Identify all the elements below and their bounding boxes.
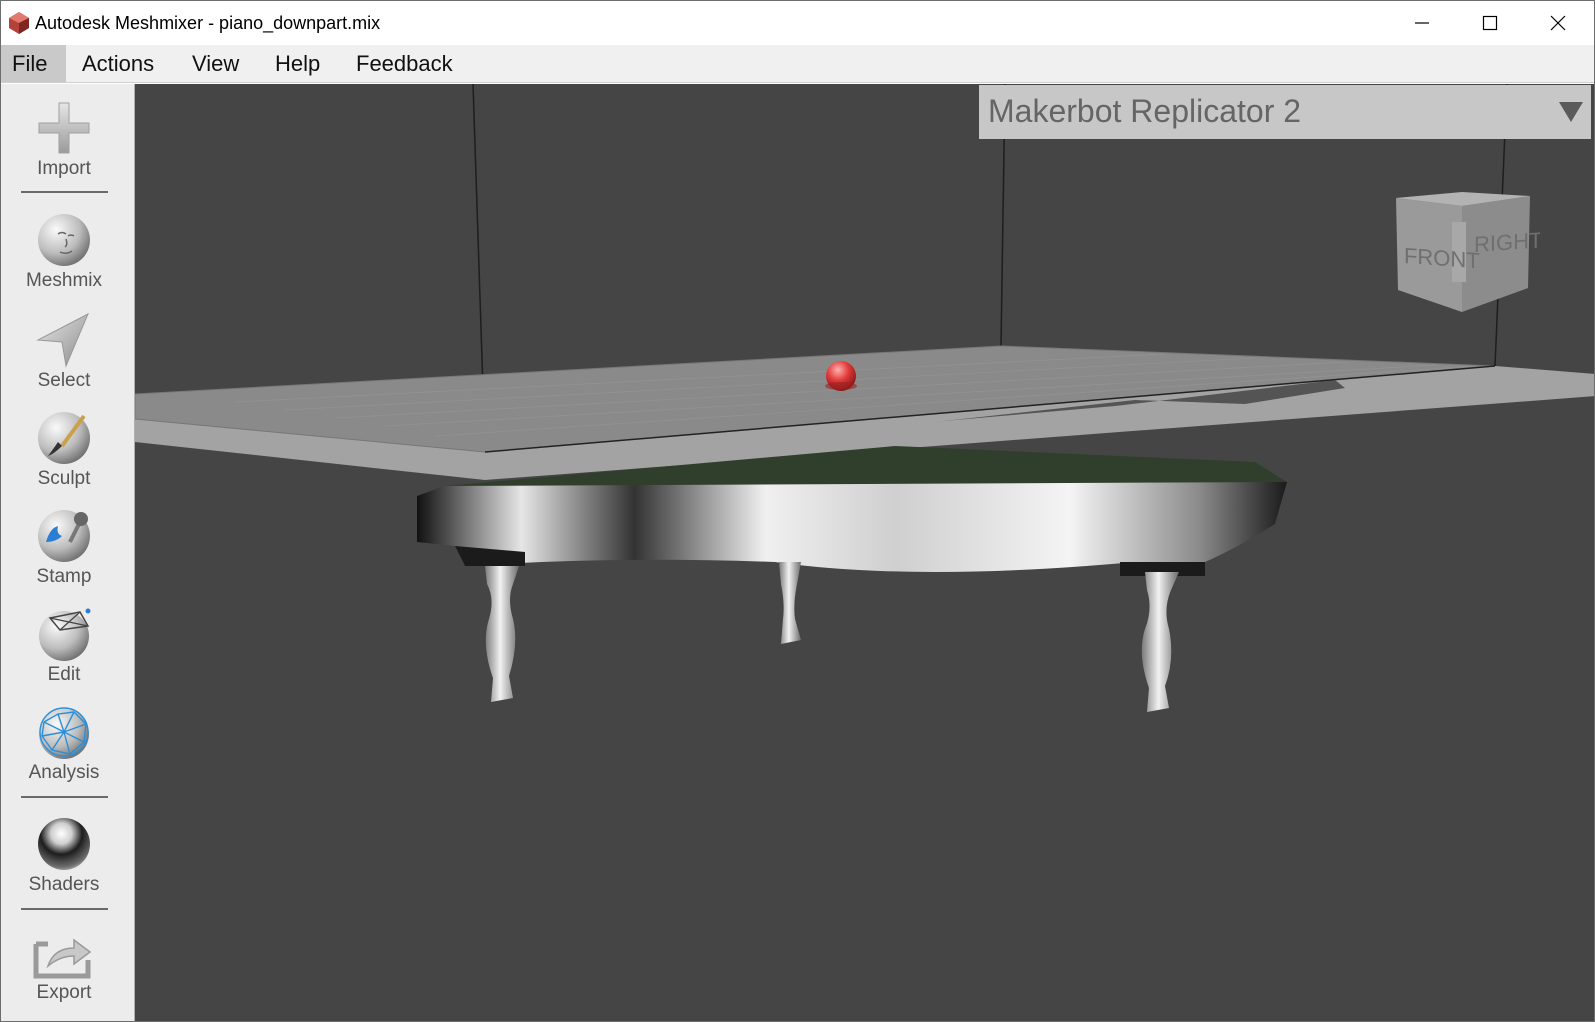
edit-button[interactable]: Edit xyxy=(1,606,127,686)
meshmix-button[interactable]: Meshmix xyxy=(1,212,127,292)
maximize-button[interactable] xyxy=(1456,1,1524,45)
piano-leg xyxy=(1141,572,1179,712)
title-bar: Autodesk Meshmixer - piano_downpart.mix xyxy=(1,1,1594,45)
select-label: Select xyxy=(37,370,91,391)
mesh-sphere-icon xyxy=(39,707,89,759)
chrome-sphere-icon xyxy=(38,818,90,870)
viewcube-right-label: RIGHT xyxy=(1474,227,1540,257)
sculpt-label: Sculpt xyxy=(37,468,91,489)
menu-view[interactable]: View xyxy=(181,45,250,82)
stamp-button[interactable]: Stamp xyxy=(1,508,127,588)
plus-icon xyxy=(38,102,90,154)
toolbar-divider xyxy=(21,908,108,910)
sculpt-button[interactable]: Sculpt xyxy=(1,410,127,490)
menu-bar: File Actions View Help Feedback xyxy=(1,45,1594,83)
shaders-button[interactable]: Shaders xyxy=(1,816,127,896)
shaders-label: Shaders xyxy=(28,874,100,895)
face-sphere-icon xyxy=(38,214,90,266)
scene-render xyxy=(135,84,1594,712)
stamp-sphere-icon xyxy=(38,510,90,562)
viewcube-front-label: FRONT xyxy=(1404,243,1480,273)
analysis-label: Analysis xyxy=(28,762,100,783)
toolbar-divider xyxy=(21,191,108,193)
meshmixer-logo-icon xyxy=(9,12,29,34)
3d-viewport[interactable]: Makerbot Replicator 2 FRONT RIGHT xyxy=(135,84,1594,1021)
import-button[interactable]: Import xyxy=(1,100,127,180)
view-cube[interactable]: FRONT RIGHT xyxy=(1390,192,1540,322)
meshmix-label: Meshmix xyxy=(25,270,102,291)
close-button[interactable] xyxy=(1524,1,1592,45)
arrow-cursor-icon xyxy=(36,312,90,368)
export-button[interactable]: Export xyxy=(1,932,127,1004)
minimize-button[interactable] xyxy=(1388,1,1456,45)
printer-name: Makerbot Replicator 2 xyxy=(988,93,1302,129)
brush-sphere-icon xyxy=(38,412,90,464)
window-title: Autodesk Meshmixer - piano_downpart.mix xyxy=(35,13,381,33)
minimize-icon xyxy=(1415,22,1429,24)
export-icon xyxy=(33,938,92,979)
chevron-down-icon xyxy=(1559,102,1583,122)
printer-selector[interactable]: Makerbot Replicator 2 xyxy=(979,85,1591,139)
import-label: Import xyxy=(37,158,91,179)
piano-leg xyxy=(485,566,519,702)
maximize-icon xyxy=(1482,15,1498,31)
analysis-button[interactable]: Analysis xyxy=(1,704,127,784)
edit-label: Edit xyxy=(47,664,81,685)
close-icon xyxy=(1550,15,1566,31)
menu-help[interactable]: Help xyxy=(264,45,331,82)
select-button[interactable]: Select xyxy=(1,312,127,392)
tool-sidebar: Import Meshmix Select Sculpt Stamp Edit … xyxy=(1,84,135,1021)
model-body xyxy=(417,482,1287,572)
piano-leg xyxy=(779,562,801,644)
stamp-label: Stamp xyxy=(36,566,92,587)
menu-actions[interactable]: Actions xyxy=(71,45,165,82)
menu-feedback[interactable]: Feedback xyxy=(345,45,464,82)
menu-file[interactable]: File xyxy=(1,45,66,82)
edit-sphere-icon xyxy=(39,608,91,661)
toolbar-divider xyxy=(21,796,108,798)
export-label: Export xyxy=(36,982,92,1003)
meshmixer-window: Autodesk Meshmixer - piano_downpart.mix … xyxy=(0,0,1595,1022)
